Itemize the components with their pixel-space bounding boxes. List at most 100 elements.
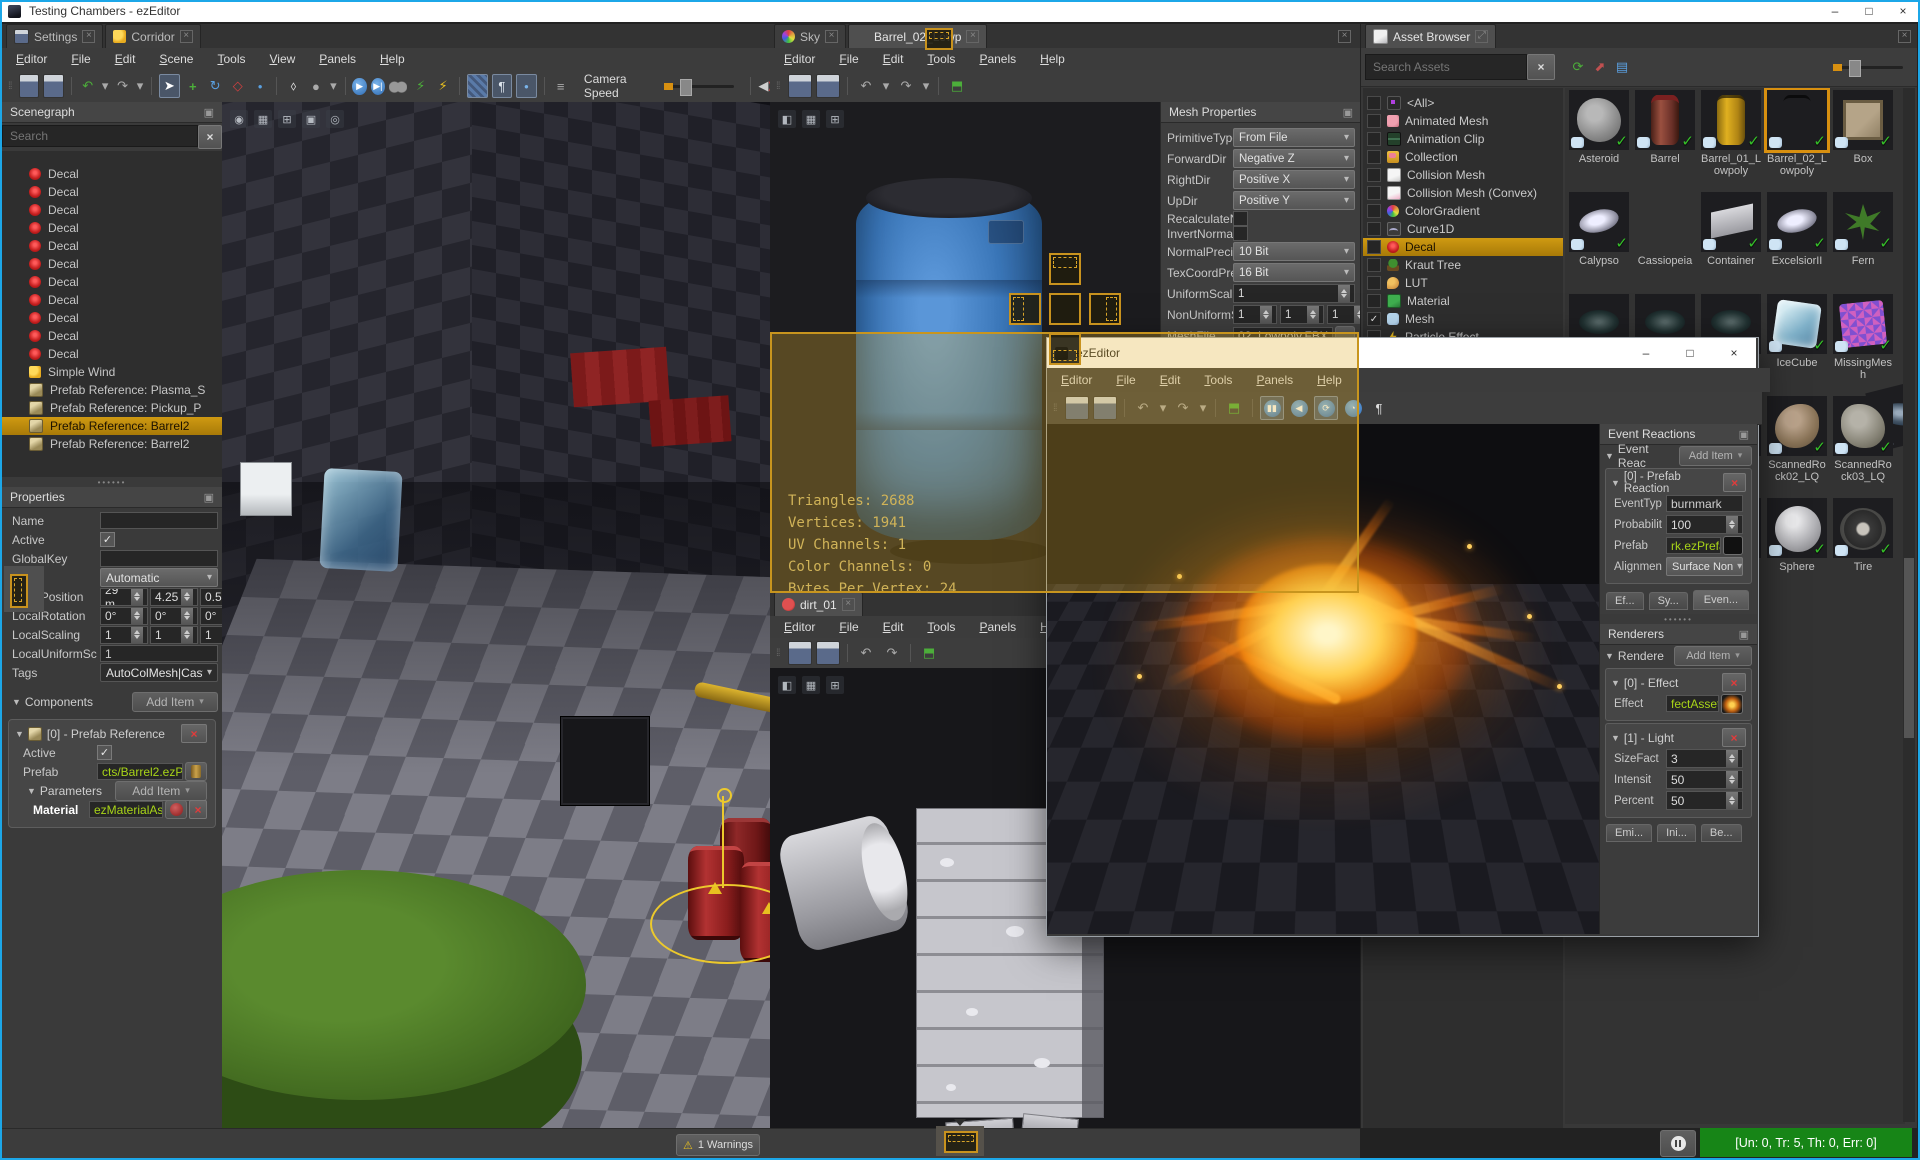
menu-item[interactable]: Editor xyxy=(784,52,815,66)
asset-item[interactable]: ✓ MissingMesh xyxy=(1831,294,1895,394)
toolbar-grip[interactable]: ⁞⁞ xyxy=(8,81,15,92)
maximize-button[interactable]: □ xyxy=(1668,338,1712,368)
alignment-dropdown[interactable]: Surface Non xyxy=(1666,557,1743,576)
size-factor-stepper[interactable]: 3 xyxy=(1666,749,1743,768)
minimize-button[interactable]: – xyxy=(1624,338,1668,368)
remove-material-button[interactable]: × xyxy=(189,800,207,819)
simulate-icon[interactable]: ⚡ xyxy=(411,75,429,97)
scenegraph-search[interactable] xyxy=(2,125,198,147)
asset-type-item[interactable]: Curve1D xyxy=(1363,220,1563,238)
scenegraph-item[interactable]: Prefab Reference: Plasma_S xyxy=(2,381,222,399)
asset-type-checkbox[interactable] xyxy=(1367,258,1381,272)
dot-view-icon[interactable]: ● xyxy=(516,74,537,98)
globalkey-field[interactable] xyxy=(100,550,218,567)
components-add-item-button[interactable]: Add Item xyxy=(132,691,218,712)
menu-item[interactable]: Help xyxy=(1040,52,1065,66)
scenegraph-item[interactable]: Decal xyxy=(2,345,222,363)
minimize-button[interactable]: – xyxy=(1818,0,1852,22)
tab-close-icon[interactable]: × xyxy=(841,598,855,611)
warnings-button[interactable]: ⚠ 1 Warnings xyxy=(676,1134,760,1156)
menu-item[interactable]: Edit xyxy=(115,52,136,66)
undo-icon[interactable]: ↶ xyxy=(79,75,97,97)
menu-item[interactable]: Editor xyxy=(784,620,815,634)
sphere-gizmo-icon[interactable]: ● xyxy=(307,75,325,97)
asset-item[interactable]: ✓ Asteroid xyxy=(1567,90,1631,190)
collapse-icon[interactable]: ▼ xyxy=(1611,478,1620,488)
export-icon[interactable]: ⬒ xyxy=(918,642,940,664)
camera-icon[interactable]: ◎ xyxy=(326,110,344,128)
select-tool-icon[interactable]: ➤ xyxy=(159,74,180,98)
asset-item[interactable]: ✓ Box xyxy=(1831,90,1895,190)
menu-item[interactable]: Tools xyxy=(217,52,245,66)
remove-light-button[interactable]: × xyxy=(1722,728,1746,747)
asset-thumbnail[interactable]: ✓ xyxy=(1635,90,1695,150)
gizmo-dropdown-icon[interactable]: ▾ xyxy=(329,75,337,97)
dock-target-center[interactable] xyxy=(1049,293,1081,325)
asset-search[interactable] xyxy=(1365,54,1527,80)
view-icon[interactable]: ◧ xyxy=(778,110,796,128)
view-icon[interactable]: ◧ xyxy=(778,676,796,694)
asset-thumbnail[interactable]: ✓ xyxy=(1833,192,1893,252)
prefab-asset-picker[interactable] xyxy=(185,762,207,781)
asset-browser-tab[interactable]: Asset Browser ⤢ xyxy=(1365,24,1497,48)
material-asset-picker[interactable] xyxy=(165,800,187,819)
asset-item[interactable]: ✓ Barrel xyxy=(1633,90,1697,190)
probability-stepper[interactable]: 100 xyxy=(1666,515,1743,534)
float-panel-icon[interactable]: ▣ xyxy=(1739,628,1749,641)
asset-thumbnail[interactable]: ✓ xyxy=(1767,192,1827,252)
redo-icon[interactable]: ↷ xyxy=(113,75,131,97)
scaling-x-stepper[interactable]: 1 xyxy=(100,625,148,644)
dock-target-tabbar[interactable] xyxy=(925,28,953,50)
menu-item[interactable]: Editor xyxy=(16,52,47,66)
event-add-item-button[interactable]: Add Item xyxy=(1679,445,1752,466)
asset-search-input[interactable] xyxy=(1371,59,1521,75)
asset-thumbnail[interactable]: ✓ xyxy=(1833,396,1893,456)
undo-dropdown-icon[interactable]: ▾ xyxy=(101,75,109,97)
dirt-doc-tab[interactable]: dirt_01 × xyxy=(774,592,863,616)
expand-view-icon[interactable]: ⊞ xyxy=(826,110,844,128)
parameters-add-item-button[interactable]: Add Item xyxy=(115,780,207,801)
toolbar-grip[interactable]: ⁞⁞ xyxy=(776,81,784,92)
tab-float-icon[interactable]: ⤢ xyxy=(1475,30,1489,43)
rotation-y-stepper[interactable]: 0° xyxy=(150,606,198,625)
float-panel-icon[interactable]: ▣ xyxy=(204,491,214,504)
panel-splitter[interactable]: •••••• xyxy=(2,477,222,487)
asset-item[interactable]: ✓ Cassiopeia xyxy=(1633,192,1905,452)
asset-item[interactable]: ✓ ExcelsiorII xyxy=(1765,192,1829,292)
menu-item[interactable]: Tools xyxy=(927,52,955,66)
asset-thumbnail[interactable]: ✓ xyxy=(1764,88,1830,153)
play-from-icon[interactable]: ▶| xyxy=(370,77,385,95)
uniform-scaling-stepper[interactable]: 1 xyxy=(1233,284,1355,303)
render-mode-icon[interactable] xyxy=(467,74,488,98)
asset-thumbnail[interactable]: ✓ xyxy=(1833,294,1893,354)
collapse-icon[interactable]: ▼ xyxy=(1605,651,1614,661)
float-panel-icon[interactable]: ▣ xyxy=(204,106,214,119)
remove-reaction-button[interactable]: × xyxy=(1723,473,1746,492)
export-icon[interactable]: ⬒ xyxy=(946,75,968,97)
snapshot-icon[interactable]: ▣ xyxy=(302,110,320,128)
menu-item[interactable]: Help xyxy=(380,52,405,66)
menu-item[interactable]: Tools xyxy=(927,620,955,634)
expand-view-icon[interactable]: ⊞ xyxy=(278,110,296,128)
material-asset-field[interactable]: ezMaterialAsset xyxy=(89,801,163,818)
selection-axis-gizmo[interactable] xyxy=(722,796,724,888)
menu-item[interactable]: Panels xyxy=(319,52,356,66)
reaction-prefab-field[interactable]: rk.ezPrefab xyxy=(1666,537,1721,554)
panel-close-icon[interactable]: × xyxy=(1898,30,1911,43)
nonuniform-y-stepper[interactable]: 1 xyxy=(1280,305,1324,324)
asset-search-clear-icon[interactable]: × xyxy=(1527,54,1555,80)
tab-close-icon[interactable]: × xyxy=(179,30,193,43)
grid-view-icon[interactable]: ▦ xyxy=(254,110,272,128)
collapse-icon[interactable]: ▼ xyxy=(1611,733,1620,743)
asset-type-item[interactable]: Animation Clip xyxy=(1363,130,1563,148)
scenegraph-item[interactable]: Prefab Reference: Barrel2 xyxy=(2,435,222,453)
float-panel-icon[interactable]: ▣ xyxy=(1343,106,1353,119)
asset-item[interactable]: ✓ IceCube xyxy=(1765,294,1829,394)
grid-view-icon[interactable]: ▦ xyxy=(802,110,820,128)
asset-type-checkbox[interactable] xyxy=(1367,294,1381,308)
invert-normals-checkbox[interactable] xyxy=(1233,226,1248,241)
scenegraph-item[interactable]: Prefab Reference: Pickup_P xyxy=(2,399,222,417)
menu-item[interactable]: Scene xyxy=(159,52,193,66)
redo-icon[interactable]: ↷ xyxy=(895,75,917,97)
grid-view-icon[interactable]: ▦ xyxy=(802,676,820,694)
